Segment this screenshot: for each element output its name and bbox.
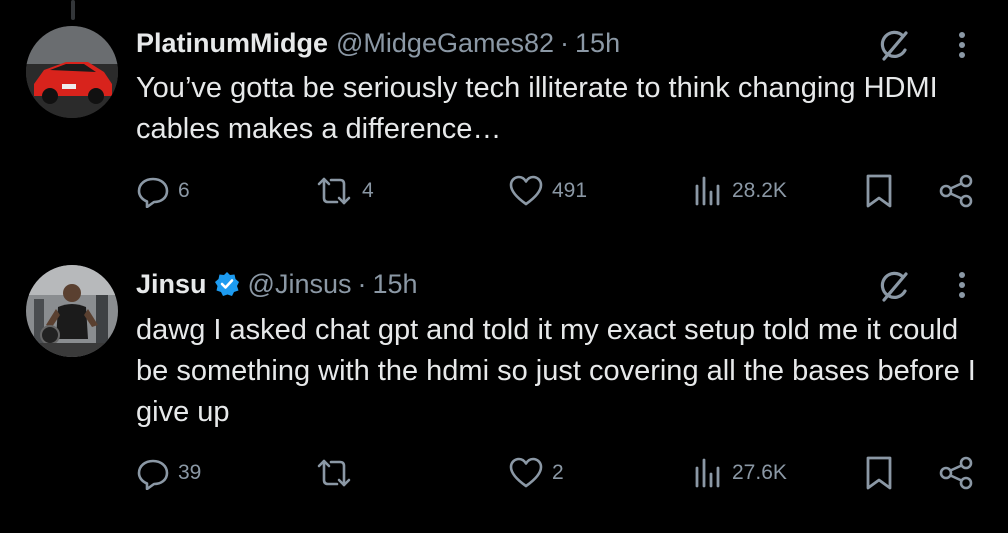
grok-icon[interactable]	[876, 269, 912, 305]
like-icon	[508, 174, 544, 208]
tweet-text: You’ve gotta be seriously tech illiterat…	[136, 72, 938, 145]
avatar[interactable]	[26, 26, 118, 118]
retweet-count: 4	[362, 179, 374, 202]
more-icon[interactable]	[950, 267, 974, 303]
bookmark-button[interactable]	[864, 453, 894, 493]
reply-button[interactable]: 39	[136, 453, 201, 493]
user-handle[interactable]: @MidgeGames82	[336, 28, 554, 59]
views-count: 28.2K	[732, 179, 787, 202]
share-button[interactable]	[938, 171, 974, 211]
action-bar: 39 2 27.6K	[0, 453, 1008, 493]
reply-count: 39	[178, 461, 202, 484]
avatar[interactable]	[26, 265, 118, 357]
views-icon	[692, 456, 724, 490]
separator: ·	[560, 27, 570, 58]
views-button[interactable]: 27.6K	[692, 453, 787, 493]
tweet-header: Jinsu @Jinsus · 15h	[136, 266, 418, 302]
more-icon[interactable]	[950, 27, 974, 63]
timestamp[interactable]: 15h	[372, 269, 417, 300]
bookmark-icon	[864, 173, 894, 209]
share-icon	[938, 455, 974, 491]
retweet-button[interactable]: 4	[314, 171, 374, 211]
views-count: 27.6K	[732, 461, 787, 484]
share-icon	[938, 173, 974, 209]
verified-badge-icon	[214, 271, 240, 297]
views-icon	[692, 174, 724, 208]
share-button[interactable]	[938, 453, 974, 493]
user-handle[interactable]: @Jinsus	[248, 269, 352, 300]
tweet-text: dawg I asked chat gpt and told it my exa…	[136, 314, 976, 428]
tweet-header: PlatinumMidge @MidgeGames82 · 15h	[136, 25, 620, 61]
reply-button[interactable]: 6	[136, 171, 190, 211]
display-name[interactable]: Jinsu	[136, 269, 207, 300]
retweet-button[interactable]	[314, 453, 362, 493]
grok-icon[interactable]	[876, 28, 912, 64]
reply-icon	[136, 456, 170, 490]
separator: ·	[357, 268, 367, 299]
tweet[interactable]: PlatinumMidge @MidgeGames82 · 15h You’ve…	[0, 0, 1008, 250]
action-bar: 6 4 491 28.2K	[0, 171, 1008, 211]
reply-icon	[136, 174, 170, 208]
tweet[interactable]: Jinsu @Jinsus · 15h dawg I asked chat gp…	[0, 250, 1008, 533]
like-count: 491	[552, 179, 588, 202]
like-button[interactable]: 2	[508, 453, 564, 493]
retweet-icon	[314, 456, 354, 490]
like-count: 2	[552, 461, 564, 484]
views-button[interactable]: 28.2K	[692, 171, 787, 211]
retweet-icon	[314, 174, 354, 208]
like-icon	[508, 456, 544, 490]
bookmark-icon	[864, 455, 894, 491]
timestamp[interactable]: 15h	[575, 28, 620, 59]
display-name[interactable]: PlatinumMidge	[136, 28, 328, 59]
reply-count: 6	[178, 179, 190, 202]
like-button[interactable]: 491	[508, 171, 587, 211]
bookmark-button[interactable]	[864, 171, 894, 211]
